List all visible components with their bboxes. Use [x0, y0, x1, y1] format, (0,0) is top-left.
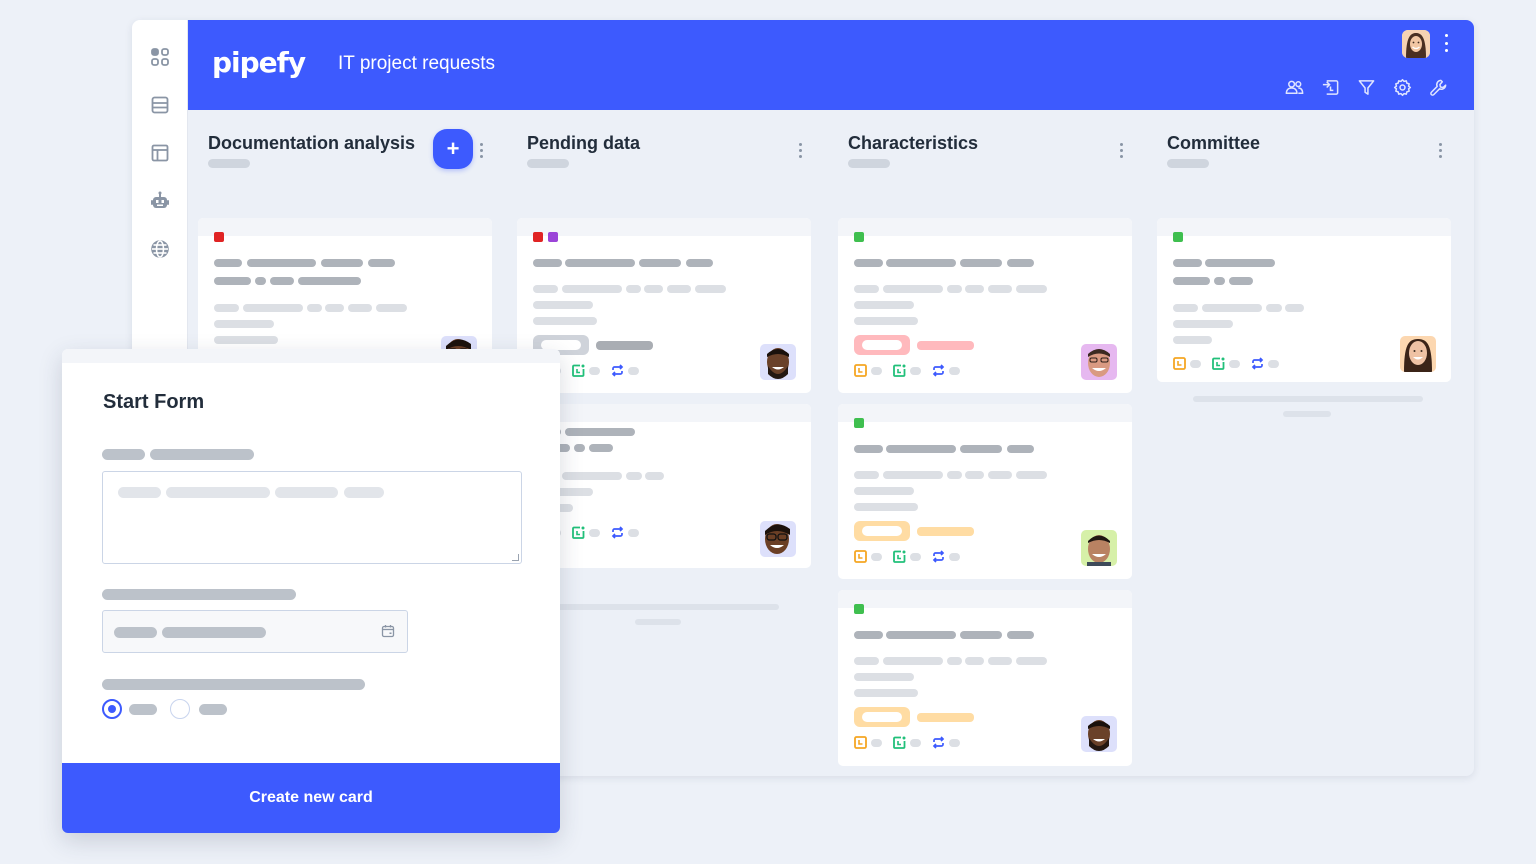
due-date-icon — [1173, 357, 1186, 370]
card-indicators — [854, 364, 971, 377]
globe-portal-icon[interactable] — [149, 238, 171, 260]
assignee-avatar[interactable] — [1081, 344, 1117, 380]
phase-title: Pending data — [527, 133, 641, 153]
user-avatar[interactable] — [1402, 30, 1430, 58]
card[interactable] — [517, 218, 811, 393]
pipe-title: IT project requests — [338, 53, 496, 74]
label-purple — [548, 232, 558, 242]
phase-more-icon[interactable] — [1439, 143, 1443, 158]
import-icon[interactable] — [1320, 77, 1340, 97]
assignee-avatar[interactable] — [1081, 530, 1117, 566]
assignee-avatar[interactable] — [1081, 716, 1117, 752]
card-badge — [854, 707, 910, 727]
header-tools — [1284, 77, 1448, 97]
radio-option-1[interactable] — [102, 699, 122, 719]
field-label-placeholder — [102, 449, 145, 460]
phase-count-placeholder — [527, 159, 569, 168]
late-alert-icon — [893, 550, 906, 563]
field-label-placeholder — [150, 449, 254, 460]
members-icon[interactable] — [1284, 77, 1304, 97]
assignee-avatar[interactable] — [760, 344, 796, 380]
card-badge — [854, 335, 910, 355]
due-date-icon — [854, 550, 867, 563]
card[interactable] — [838, 404, 1132, 579]
apps-grid-icon[interactable] — [149, 46, 171, 68]
add-card-button[interactable]: + — [433, 129, 473, 169]
layout-panel-icon[interactable] — [149, 142, 171, 164]
assignee-avatar[interactable] — [760, 521, 796, 557]
column-footer-placeholder — [1193, 396, 1423, 402]
label-green — [854, 604, 864, 614]
repeat-icon — [932, 550, 945, 563]
label-green — [854, 232, 864, 242]
late-alert-icon — [572, 364, 585, 377]
due-date-icon — [854, 364, 867, 377]
late-alert-icon — [572, 526, 585, 539]
card-labels — [1173, 232, 1183, 242]
late-alert-icon — [893, 364, 906, 377]
filter-icon[interactable] — [1356, 77, 1376, 97]
calendar-icon[interactable] — [381, 624, 395, 638]
card-labels — [854, 604, 864, 614]
phase-title: Documentation analysis — [208, 133, 416, 153]
phase-title: Characteristics — [848, 133, 979, 153]
card-labels — [854, 232, 864, 242]
assignee-avatar[interactable] — [1400, 336, 1436, 372]
long-text-field[interactable] — [102, 471, 522, 564]
card-indicators — [1173, 357, 1290, 370]
label-green — [1173, 232, 1183, 242]
start-form-title: Start Form — [103, 391, 205, 413]
card-indicators — [854, 550, 971, 563]
repeat-icon — [611, 364, 624, 377]
column-footer-placeholder — [1283, 411, 1331, 417]
header-more-icon[interactable] — [1444, 34, 1448, 52]
start-form-panel: Start Form Create new card — [62, 349, 560, 833]
repeat-icon — [611, 526, 624, 539]
card[interactable] — [517, 404, 811, 568]
phase-count-placeholder — [1167, 159, 1209, 168]
label-red — [533, 232, 543, 242]
date-field[interactable] — [102, 610, 408, 653]
phase-title: Committee — [1167, 133, 1261, 153]
repeat-icon — [932, 364, 945, 377]
phase-more-icon[interactable] — [799, 143, 803, 158]
database-table-icon[interactable] — [149, 94, 171, 116]
card-labels — [214, 232, 224, 242]
repeat-icon — [1251, 357, 1264, 370]
robot-automation-icon[interactable] — [149, 190, 171, 212]
field-label-placeholder — [102, 589, 296, 600]
card[interactable] — [838, 590, 1132, 766]
card-badge — [854, 521, 910, 541]
phase-count-placeholder — [848, 159, 890, 168]
repeat-icon — [932, 736, 945, 749]
resize-handle-icon[interactable] — [512, 554, 519, 561]
label-red — [214, 232, 224, 242]
late-alert-icon — [1212, 357, 1225, 370]
card-labels — [533, 232, 558, 242]
settings-gear-icon[interactable] — [1392, 77, 1412, 97]
card[interactable] — [1157, 218, 1451, 382]
phase-more-icon[interactable] — [1120, 143, 1124, 158]
card[interactable] — [838, 218, 1132, 393]
column-footer-placeholder — [635, 619, 681, 625]
phase-more-icon[interactable] — [480, 143, 484, 158]
column-footer-placeholder — [545, 604, 779, 610]
card-indicators — [854, 736, 971, 749]
field-label-placeholder — [102, 679, 365, 690]
pipefy-logo[interactable]: pipefy — [212, 46, 306, 79]
radio-label-placeholder — [129, 704, 157, 715]
pipe-header: pipefy IT project requests — [188, 20, 1474, 110]
radio-label-placeholder — [199, 704, 227, 715]
due-date-icon — [854, 736, 867, 749]
create-new-card-button[interactable]: Create new card — [62, 763, 560, 833]
late-alert-icon — [893, 736, 906, 749]
radio-option-2[interactable] — [170, 699, 190, 719]
phase-count-placeholder — [208, 159, 250, 168]
wrench-icon[interactable] — [1428, 77, 1448, 97]
card-labels — [854, 418, 864, 428]
label-green — [854, 418, 864, 428]
